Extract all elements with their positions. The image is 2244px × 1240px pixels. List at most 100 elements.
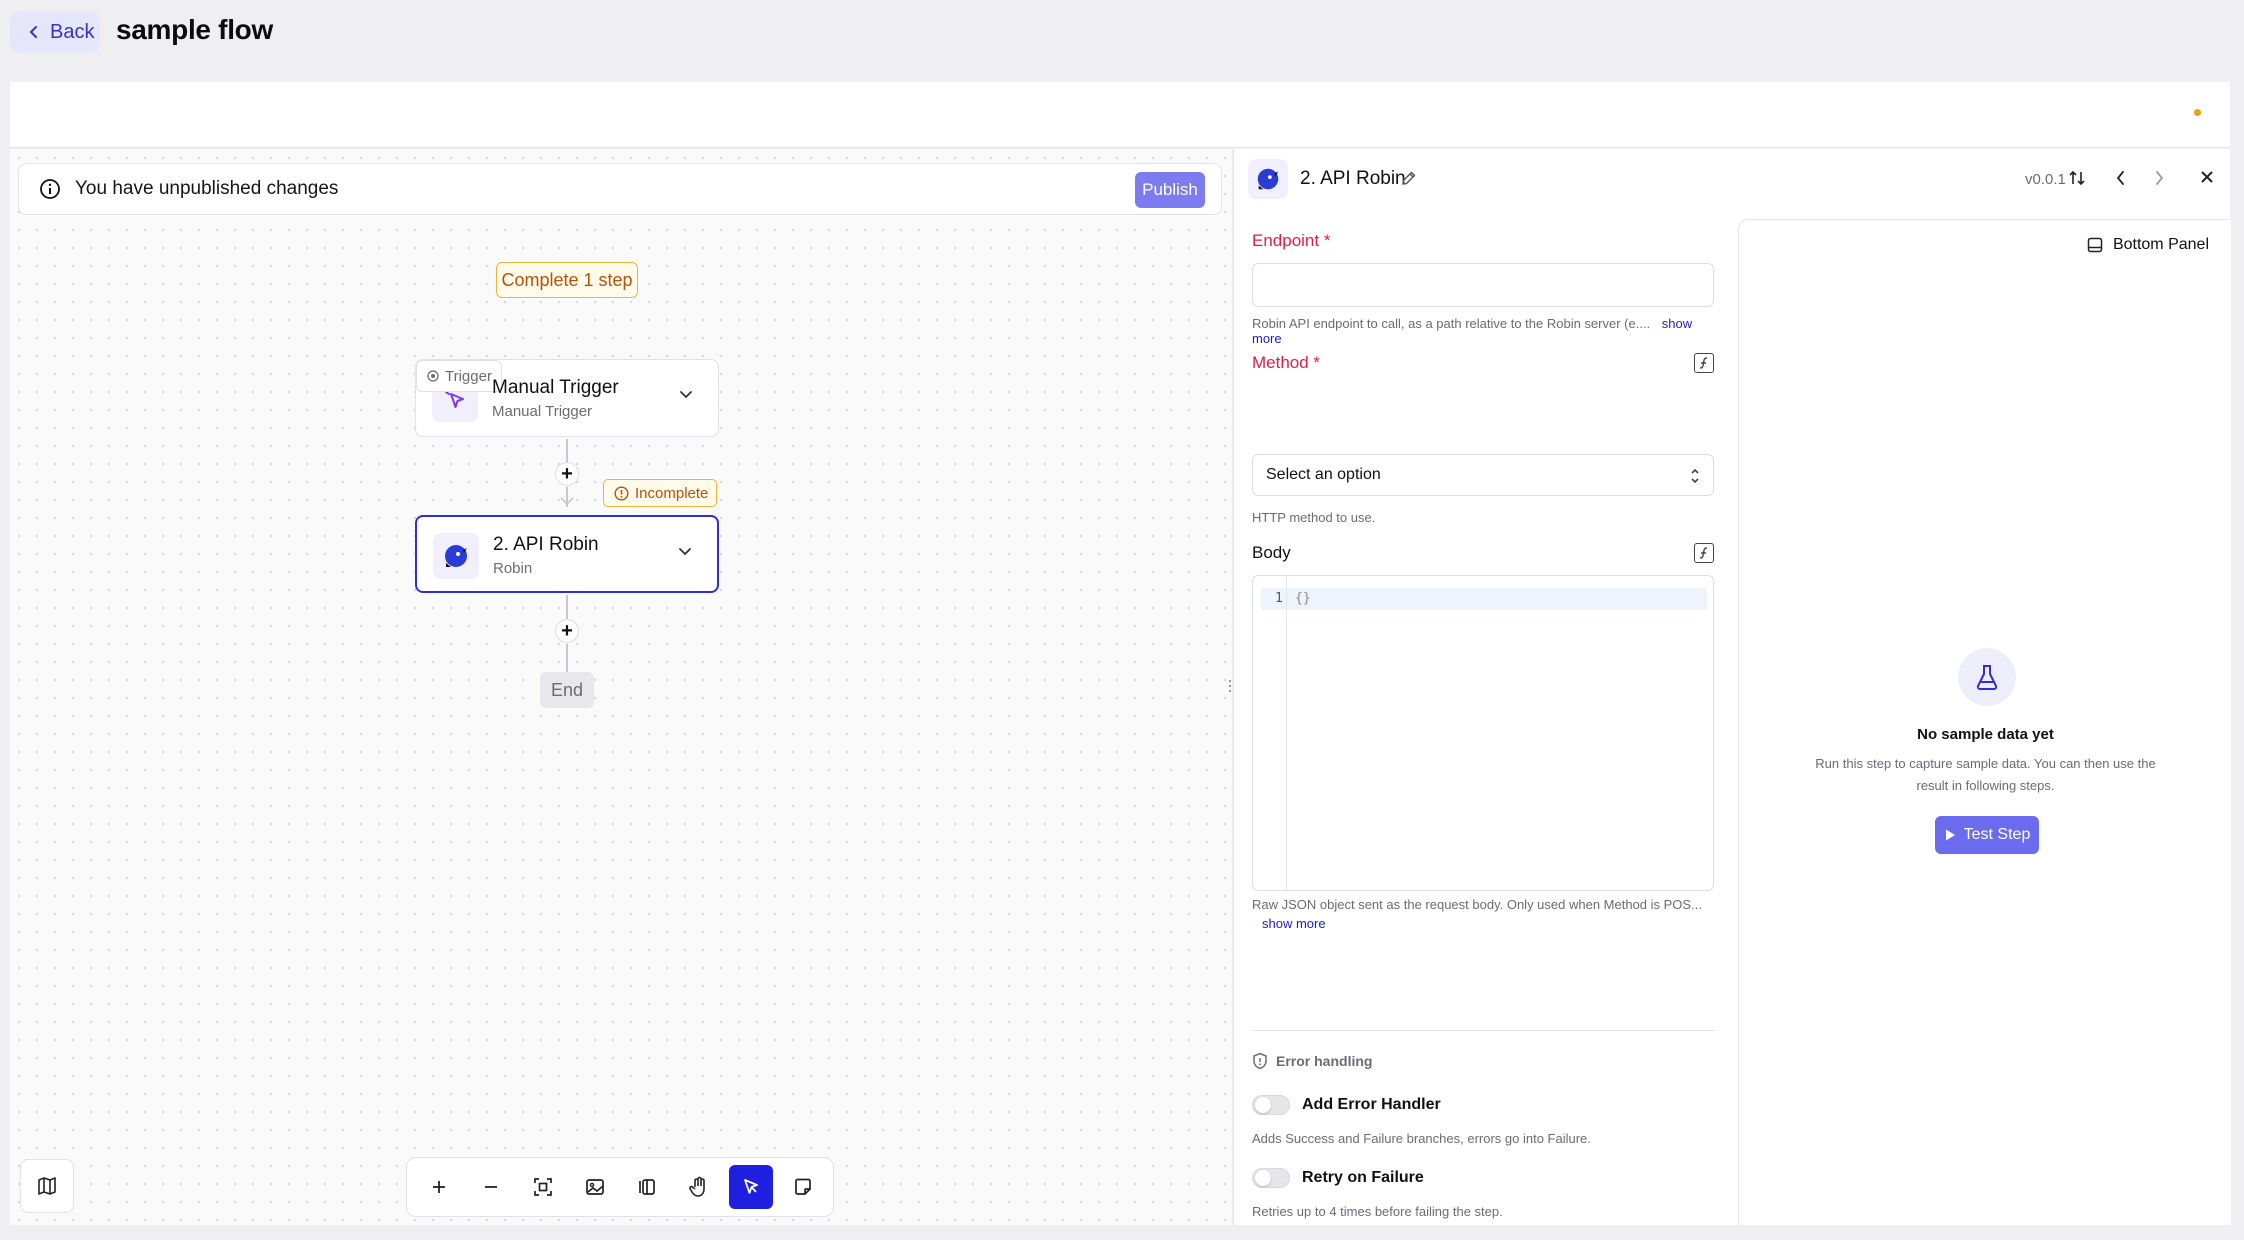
- chevron-down-icon[interactable]: [677, 547, 693, 557]
- formula-toggle-icon[interactable]: [1694, 543, 1714, 563]
- map-icon: [38, 1177, 56, 1195]
- trigger-node-subtitle: Manual Trigger: [492, 403, 593, 420]
- step-node-subtitle: Robin: [493, 560, 533, 577]
- robin-logo-icon: [1257, 168, 1279, 190]
- connector-line: [566, 595, 568, 621]
- hand-icon: [689, 1176, 705, 1197]
- robin-step-icon: [1248, 159, 1288, 199]
- pan-tool-button[interactable]: [677, 1165, 721, 1209]
- page-title: sample flow: [116, 14, 273, 45]
- image-icon: [586, 1179, 604, 1195]
- flow-canvas[interactable]: You have unpublished changes Publish Com…: [10, 149, 1232, 1225]
- pointer-icon: [744, 1179, 758, 1194]
- test-step-label: Test Step: [1963, 826, 2031, 843]
- body-show-more-link[interactable]: show more: [1262, 916, 1326, 931]
- bottom-panel-label: Bottom Panel: [2112, 236, 2209, 253]
- line-number: 1: [1275, 591, 1283, 606]
- retry-on-failure-toggle[interactable]: [1252, 1168, 1290, 1188]
- swap-versions-icon[interactable]: [2068, 169, 2086, 187]
- select-tool-button[interactable]: [729, 1165, 773, 1209]
- fit-view-button[interactable]: [521, 1165, 565, 1209]
- play-icon: [1945, 829, 1955, 841]
- step-title: 2. API Robin: [1300, 168, 1406, 189]
- api-robin-node[interactable]: 2. API Robin Robin: [415, 515, 719, 593]
- retry-on-failure-hint: Retries up to 4 times before failing the…: [1252, 1204, 1503, 1219]
- method-label: Method *: [1252, 353, 1321, 372]
- body-label: Body: [1252, 543, 1291, 562]
- endpoint-hint-text: Robin API endpoint to call, as a path re…: [1252, 316, 1651, 331]
- add-error-handler-toggle[interactable]: [1252, 1095, 1290, 1115]
- robin-logo-icon: [445, 545, 467, 567]
- canvas-toolbar: [406, 1157, 834, 1217]
- shield-icon: [1252, 1052, 1268, 1070]
- trigger-tag-label: Trigger: [445, 367, 492, 385]
- section-divider: [1252, 1030, 1714, 1031]
- panel-bottom-icon: [2087, 237, 2103, 253]
- warning-icon: [614, 485, 629, 501]
- endpoint-input[interactable]: [1252, 263, 1714, 307]
- add-step-button[interactable]: +: [555, 619, 579, 643]
- chevron-updown-icon: [1689, 467, 1701, 485]
- zoom-out-button[interactable]: [469, 1165, 513, 1209]
- bolt-icon: [427, 370, 439, 382]
- trigger-node[interactable]: Trigger Manual Trigger Manual Trigger: [415, 359, 719, 437]
- error-handling-title: Error handling: [1276, 1053, 1373, 1069]
- step-node-title: 2. API Robin: [493, 534, 599, 555]
- panel-header: 2. API Robin v0.0.1: [1234, 149, 2231, 209]
- back-label: Back: [50, 20, 95, 43]
- endpoint-hint: Robin API endpoint to call, as a path re…: [1252, 316, 1716, 346]
- add-error-handler-label: Add Error Handler: [1302, 1096, 1441, 1113]
- add-error-handler-hint: Adds Success and Failure branches, error…: [1252, 1131, 1591, 1146]
- info-icon: [39, 178, 61, 200]
- incomplete-badge: Incomplete: [603, 479, 717, 507]
- status-dot: [2194, 109, 2201, 116]
- version-label: v0.0.1: [2025, 171, 2066, 188]
- unpublished-message: You have unpublished changes: [75, 178, 339, 199]
- chevron-down-icon[interactable]: [678, 390, 694, 400]
- code-text[interactable]: {}: [1295, 591, 1311, 606]
- method-select-value: Select an option: [1266, 466, 1381, 483]
- incomplete-label: Incomplete: [635, 484, 709, 502]
- fit-view-icon: [534, 1178, 552, 1196]
- note-icon: [795, 1178, 811, 1195]
- export-image-button[interactable]: [573, 1165, 617, 1209]
- empty-state-title: No sample data yet: [1917, 726, 2054, 743]
- panel-icon: [639, 1179, 655, 1195]
- method-select[interactable]: Select an option: [1252, 454, 1714, 496]
- bottom-panel-button[interactable]: Bottom Panel: [2087, 236, 2209, 254]
- robin-node-icon: [433, 533, 479, 579]
- publish-button[interactable]: Publish: [1135, 172, 1205, 208]
- top-bar: Back sample flow: [0, 0, 2244, 80]
- plus-icon: [433, 1181, 445, 1193]
- method-hint: HTTP method to use.: [1252, 510, 1376, 525]
- chevron-left-icon[interactable]: [2114, 169, 2128, 187]
- body-code-editor[interactable]: 1 {}: [1252, 575, 1714, 891]
- chevron-left-icon: [28, 25, 40, 39]
- minimap-button[interactable]: [20, 1159, 74, 1213]
- flask-icon: [1958, 648, 2016, 706]
- endpoint-label: Endpoint *: [1252, 231, 1331, 250]
- end-node: End: [540, 672, 594, 708]
- connector-line: [566, 644, 568, 672]
- minus-icon: [485, 1186, 497, 1188]
- pencil-icon[interactable]: [1400, 170, 1417, 187]
- header-band: [10, 82, 2230, 148]
- close-icon[interactable]: [2199, 169, 2215, 185]
- formula-toggle-icon[interactable]: [1694, 353, 1714, 373]
- test-step-button[interactable]: Test Step: [1935, 816, 2039, 854]
- empty-state-description: Run this step to capture sample data. Yo…: [1815, 756, 2156, 793]
- sample-data-area: Bottom Panel No sample data yet Run this…: [1738, 219, 2231, 1225]
- zoom-in-button[interactable]: [417, 1165, 461, 1209]
- add-note-button[interactable]: [781, 1165, 825, 1209]
- retry-on-failure-label: Retry on Failure: [1302, 1169, 1424, 1186]
- trigger-tag: Trigger: [416, 360, 502, 392]
- body-hint: Raw JSON object sent as the request body…: [1252, 897, 1702, 912]
- error-handling-heading: Error handling: [1252, 1052, 1372, 1070]
- back-button[interactable]: Back: [10, 11, 100, 53]
- arrow-down-icon: [560, 497, 574, 506]
- chevron-right-icon[interactable]: [2152, 169, 2166, 187]
- step-settings-panel: 2. API Robin v0.0.1 Endpoint * Robin API…: [1233, 149, 2231, 1225]
- add-step-button[interactable]: +: [555, 462, 579, 486]
- toggle-panel-button[interactable]: [625, 1165, 669, 1209]
- complete-steps-badge[interactable]: Complete 1 step: [496, 262, 638, 298]
